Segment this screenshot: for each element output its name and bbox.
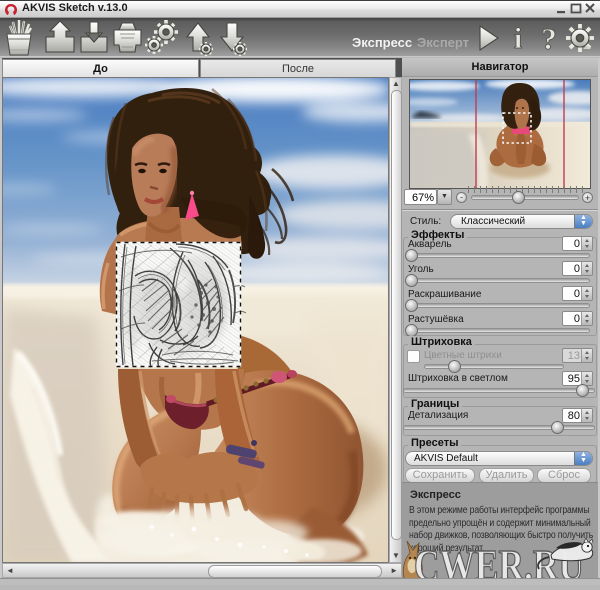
svg-text:?: ? — [541, 21, 557, 56]
svg-text:i: i — [514, 22, 522, 55]
